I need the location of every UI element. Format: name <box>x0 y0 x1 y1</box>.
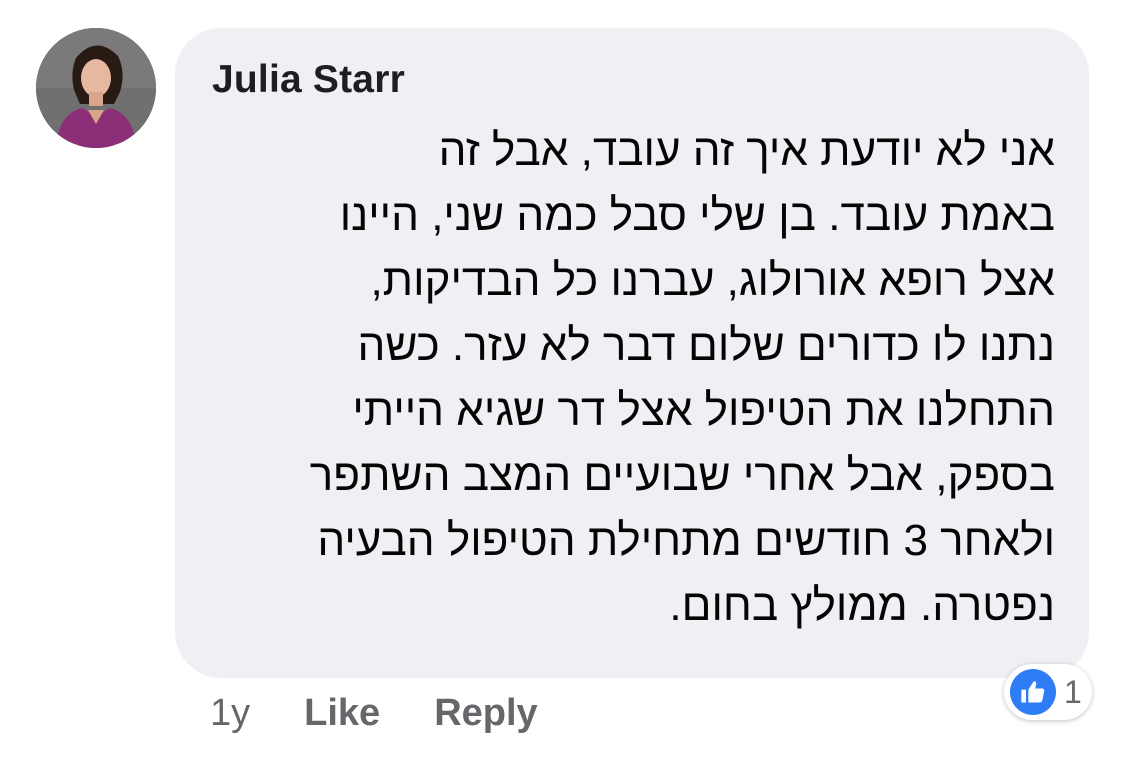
comment-line: אצל רופא אורולוג, עברנו כל הבדיקות, <box>370 256 1055 305</box>
comment-line: אני לא יודעת איך זה עובד, אבל זה <box>438 126 1055 175</box>
comment-actions: 1y Like Reply <box>210 688 592 738</box>
timestamp[interactable]: 1y <box>210 692 250 735</box>
reaction-count: 1 <box>1064 674 1082 710</box>
comment-bubble: Julia Starr אני לא יודעת איך זה עובד, אב… <box>175 28 1089 678</box>
comment-line: נפטרה. ממולץ בחום. <box>669 581 1055 630</box>
comment-line: באמת עובד. בן שלי סבל כמה שני, היינו <box>339 191 1055 240</box>
comment-text: אני לא יודעת איך זה עובד, אבל זה באמת עו… <box>205 118 1055 638</box>
reaction-summary[interactable]: 1 <box>1004 664 1092 720</box>
comment-line: התחלנו את הטיפול אצל דר שגיא הייתי <box>352 386 1055 435</box>
comment-line: נתנו לו כדורים שלום דבר לא עזר. כשה <box>357 321 1055 370</box>
avatar-photo <box>36 28 156 148</box>
comment-line: בספק, אבל אחרי שבועיים המצב השתפר <box>309 451 1055 500</box>
comment: Julia Starr אני לא יודעת איך זה עובד, אב… <box>0 0 1125 771</box>
reply-button[interactable]: Reply <box>434 692 537 735</box>
comment-line: ולאחר 3 חודשים מתחילת הטיפול הבעיה <box>317 516 1055 565</box>
like-button[interactable]: Like <box>304 692 380 735</box>
thumbs-up-icon <box>1010 669 1056 715</box>
author-name[interactable]: Julia Starr <box>212 56 405 104</box>
avatar[interactable] <box>36 28 156 148</box>
